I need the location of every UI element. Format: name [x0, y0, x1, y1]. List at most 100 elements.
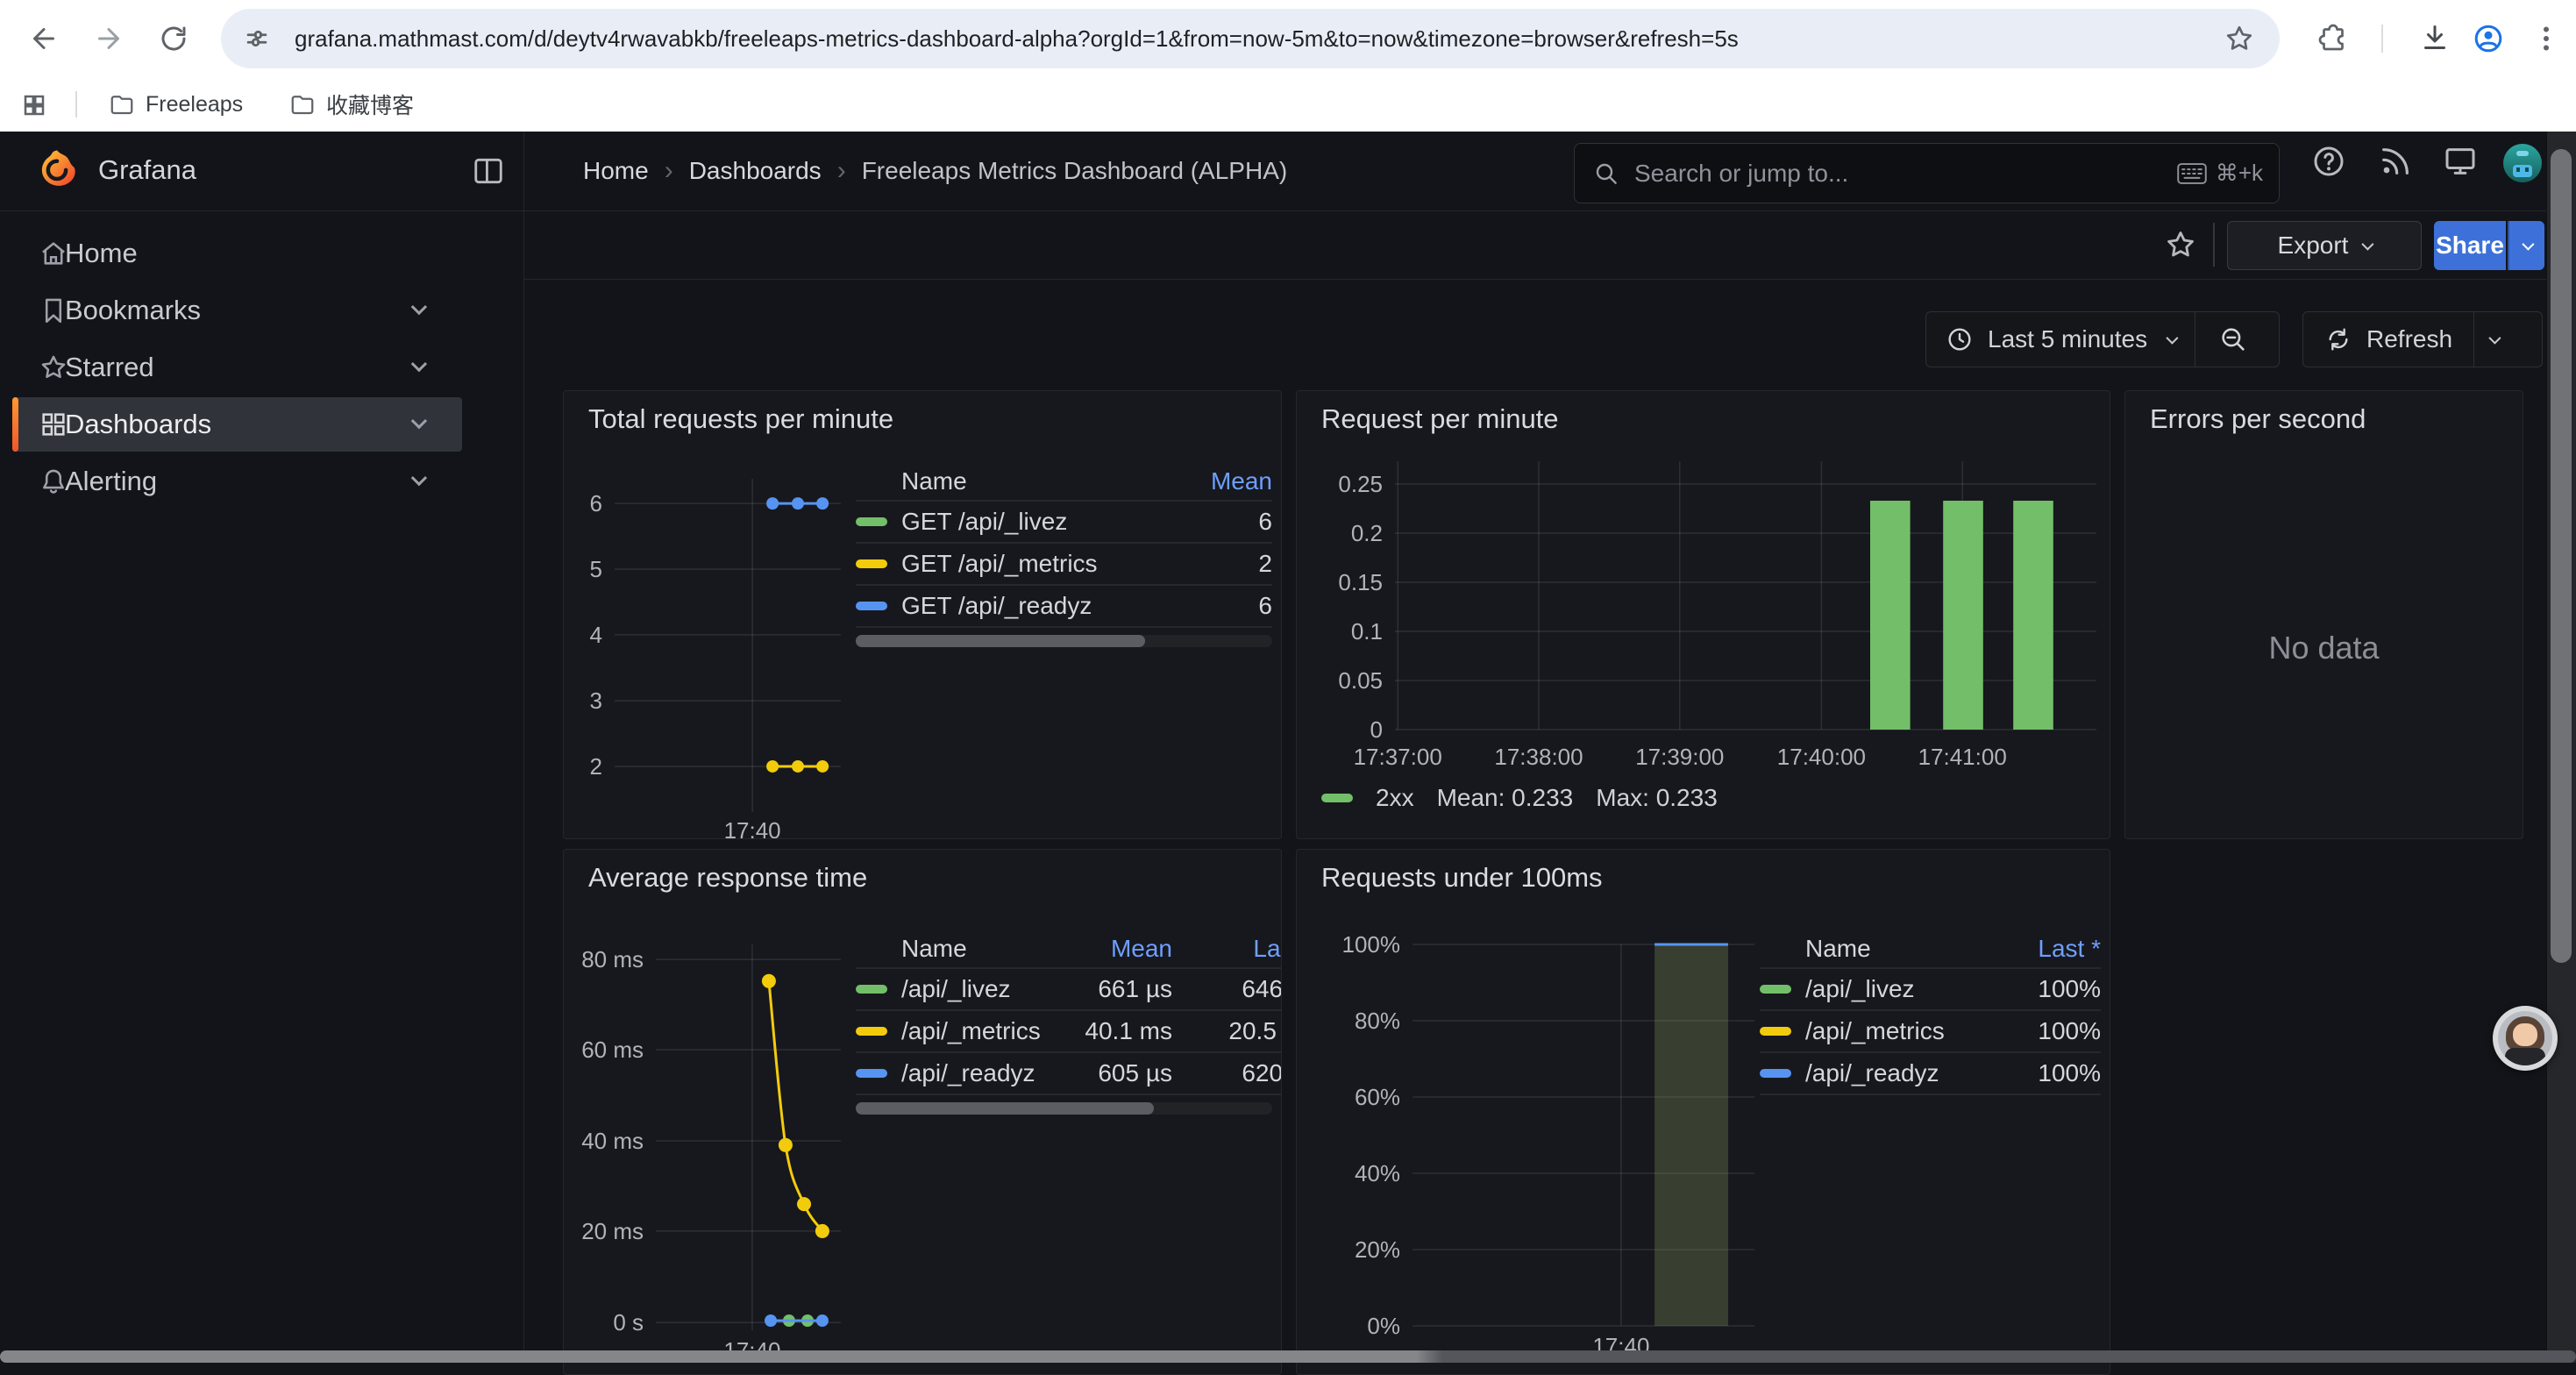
back-icon[interactable]: [28, 23, 60, 54]
bell-icon: [39, 467, 68, 496]
toolbar-divider-line: [524, 279, 2546, 280]
legend-scroll-thumb[interactable]: [856, 1102, 1154, 1115]
horizontal-scrollbar[interactable]: [0, 1350, 2576, 1363]
series-color-pill: [1760, 1027, 1791, 1036]
rss-icon[interactable]: [2378, 144, 2413, 179]
x-axis-tick: 17:40: [724, 817, 781, 839]
legend-scrollbar[interactable]: [856, 1102, 1272, 1115]
series-mean: Mean: 0.233: [1437, 784, 1574, 812]
chevron-down-icon[interactable]: [411, 299, 427, 315]
legend-header: Name Last *: [1760, 930, 2101, 969]
legend-scroll-thumb[interactable]: [856, 635, 1145, 647]
chevron-down-icon: [2166, 332, 2178, 345]
sidebar-item-starred[interactable]: Starred: [12, 340, 462, 395]
panel-title[interactable]: Requests under 100ms: [1321, 862, 1603, 894]
breadcrumb-dashboards[interactable]: Dashboards: [689, 157, 822, 185]
refresh-button[interactable]: Refresh: [2303, 312, 2473, 367]
extensions-icon[interactable]: [2317, 23, 2349, 54]
plot-area[interactable]: [1395, 461, 2096, 730]
time-range-picker[interactable]: Last 5 minutes: [1926, 312, 2195, 367]
y-axis-tick: 2: [564, 754, 602, 779]
panel-title[interactable]: Errors per second: [2150, 403, 2366, 435]
chart-svg: [1395, 461, 2096, 730]
legend-scrollbar[interactable]: [856, 635, 1272, 647]
chevron-down-icon: [2522, 239, 2534, 251]
legend-row[interactable]: GET /api/_livez 6: [856, 502, 1272, 544]
sidebar-item-label: Bookmarks: [65, 295, 201, 326]
grafana-app: Grafana Home Bookmarks Starred Dashboard…: [0, 132, 2576, 1363]
vertical-scrollbar-thumb[interactable]: [2551, 149, 2572, 963]
legend-row[interactable]: /api/_livez 100%: [1760, 969, 2101, 1011]
sidebar-item-alerting[interactable]: Alerting: [12, 454, 462, 509]
y-axis-tick: 0.15: [1297, 570, 1383, 595]
legend-header-name[interactable]: Name: [856, 935, 1041, 963]
profile-icon[interactable]: [2473, 23, 2504, 54]
panel-title[interactable]: Total requests per minute: [588, 403, 893, 435]
search-input[interactable]: Search or jump to... ⌘+k: [1574, 143, 2280, 203]
legend-header-mean[interactable]: Mean: [1041, 935, 1172, 963]
reload-icon[interactable]: [158, 23, 189, 54]
chevron-down-icon[interactable]: [411, 356, 427, 372]
legend-row[interactable]: /api/_livez 661 µs 646 µs: [856, 969, 1282, 1011]
y-axis-tick: 100%: [1297, 932, 1400, 957]
legend-header-name[interactable]: Name: [1760, 935, 2004, 963]
plot-area[interactable]: [1413, 944, 1754, 1326]
refresh-interval-button[interactable]: [2474, 312, 2513, 367]
y-axis-tick: 80%: [1297, 1008, 1400, 1033]
x-axis-tick: 17:39:00: [1635, 744, 1724, 771]
help-icon[interactable]: [2311, 144, 2346, 179]
grafana-logo[interactable]: [33, 147, 81, 195]
brand-title[interactable]: Grafana: [98, 154, 196, 186]
legend-row[interactable]: /api/_metrics 100%: [1760, 1011, 2101, 1053]
download-icon[interactable]: [2419, 23, 2451, 54]
user-avatar[interactable]: [2501, 142, 2544, 184]
breadcrumb-home[interactable]: Home: [583, 157, 649, 185]
apps-grid-icon[interactable]: [21, 92, 47, 118]
legend-row[interactable]: GET /api/_readyz 6: [856, 586, 1272, 628]
collapse-sidebar-icon[interactable]: [472, 154, 505, 188]
site-settings-icon[interactable]: [242, 24, 272, 53]
sidebar-item-dashboards[interactable]: Dashboards: [12, 397, 462, 452]
zoom-out-button[interactable]: [2195, 312, 2271, 367]
forward-icon[interactable]: [93, 23, 125, 54]
sidebar-item-home[interactable]: Home: [12, 226, 462, 281]
export-button[interactable]: Export: [2227, 221, 2422, 270]
x-axis-tick: 17:37:00: [1354, 744, 1442, 771]
chevron-down-icon[interactable]: [411, 413, 427, 429]
plot-area[interactable]: [615, 479, 841, 812]
panel-title[interactable]: Average response time: [588, 862, 867, 894]
series-name: /api/_readyz: [1805, 1059, 2004, 1087]
bookmark-icon: [39, 296, 68, 325]
series-name[interactable]: 2xx: [1376, 784, 1414, 812]
panel-title[interactable]: Request per minute: [1321, 403, 1559, 435]
x-axis-tick: 17:40:00: [1777, 744, 1866, 771]
bookmark-label: 收藏博客: [326, 89, 414, 120]
browser-menu-icon[interactable]: [2530, 23, 2562, 54]
plot-area[interactable]: [656, 944, 841, 1330]
legend-row[interactable]: GET /api/_metrics 2: [856, 544, 1272, 586]
y-axis-tick: 40 ms: [564, 1129, 644, 1153]
legend-header-last[interactable]: Last *: [2004, 935, 2101, 963]
legend-row[interactable]: /api/_readyz 100%: [1760, 1053, 2101, 1095]
address-bar[interactable]: grafana.mathmast.com/d/deytv4rwavabkb/fr…: [221, 9, 2280, 68]
monitor-icon[interactable]: [2443, 144, 2478, 179]
bookmark-folder-freeleaps[interactable]: Freeleaps: [109, 89, 243, 119]
series-color-pill: [856, 1069, 887, 1078]
share-menu-button[interactable]: [2508, 221, 2544, 270]
legend-row[interactable]: /api/_readyz 605 µs 620 µs: [856, 1053, 1282, 1095]
share-button[interactable]: Share: [2434, 221, 2506, 270]
sidebar-item-bookmarks[interactable]: Bookmarks: [12, 283, 462, 338]
chevron-down-icon[interactable]: [411, 470, 427, 486]
series-name: GET /api/_metrics: [901, 550, 1193, 578]
bookmark-folder-blogs[interactable]: 收藏博客: [289, 89, 414, 119]
legend-header-last[interactable]: Last *: [1202, 935, 1282, 963]
url-text[interactable]: grafana.mathmast.com/d/deytv4rwavabkb/fr…: [295, 25, 2224, 53]
bookmark-star-icon[interactable]: [2224, 23, 2255, 54]
legend-header-mean[interactable]: Mean: [1193, 467, 1272, 495]
series-color-pill: [1321, 794, 1353, 802]
legend-header-name[interactable]: Name: [856, 467, 1193, 495]
assistant-avatar[interactable]: [2493, 1006, 2558, 1071]
series-mean: 2: [1193, 550, 1272, 578]
favorite-star-icon[interactable]: [2164, 228, 2197, 261]
legend-row[interactable]: /api/_metrics 40.1 ms 20.5 ms: [856, 1011, 1282, 1053]
